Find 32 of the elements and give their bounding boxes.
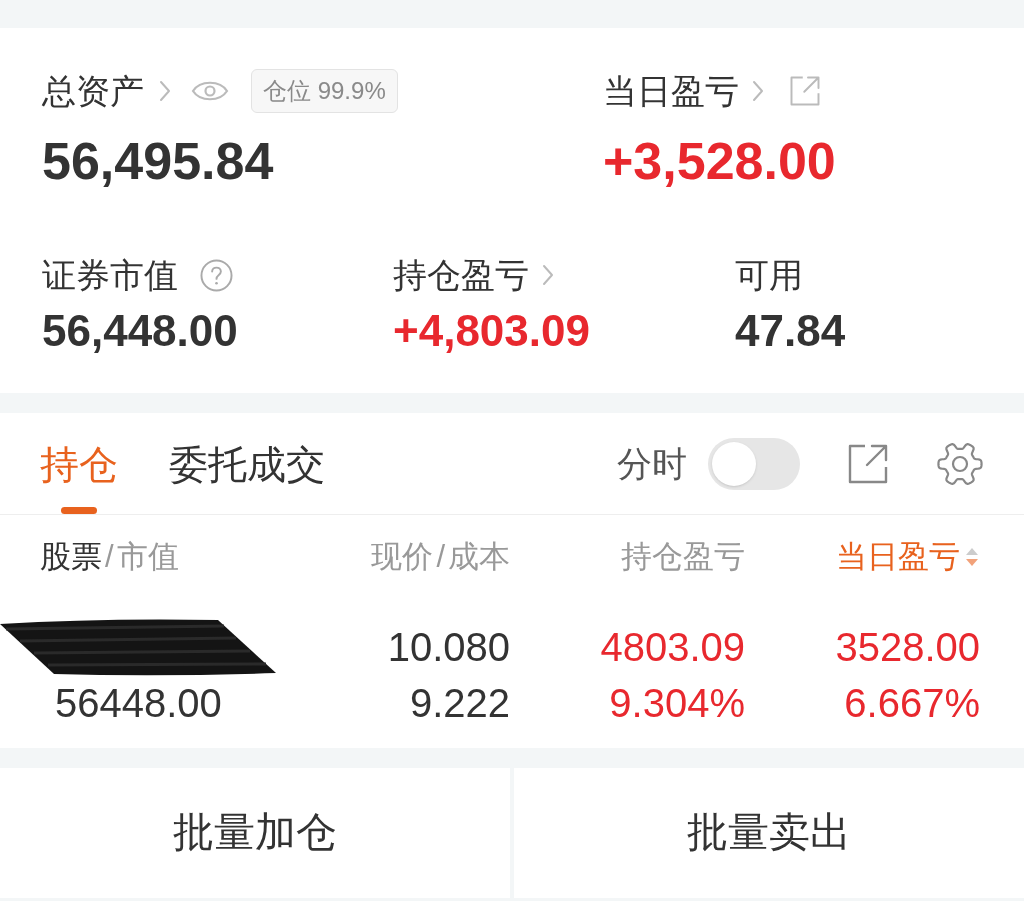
daily-pnl-link[interactable]: 当日盈亏 xyxy=(603,69,764,113)
stat-value: 56,448.00 xyxy=(42,305,238,357)
market-value: 56448.00 xyxy=(55,680,222,727)
position-ratio-badge: 仓位 99.9% xyxy=(251,69,398,113)
stat-link[interactable]: 持仓盈亏 xyxy=(393,253,554,297)
daily-pnl-value: +3,528.00 xyxy=(603,131,836,191)
cost-price: 9.222 xyxy=(409,680,510,727)
settings-icon[interactable] xyxy=(937,440,983,487)
column-header[interactable]: 股票/市值 xyxy=(40,537,179,577)
holding-pnl: 4803.09 xyxy=(600,624,745,671)
holding-pnl-percent: 9.304% xyxy=(609,680,745,727)
total-assets-link[interactable]: 总资产 xyxy=(42,69,171,113)
current-price: 10.080 xyxy=(387,624,510,671)
external-link-icon[interactable] xyxy=(848,443,888,484)
time-share-label: 分时 xyxy=(617,442,687,485)
stat-value: +4,803.09 xyxy=(393,305,590,357)
batch-action-button[interactable]: 批量加仓 xyxy=(0,768,510,898)
chevron-right-icon xyxy=(159,80,171,102)
total-assets-value: 56,495.84 xyxy=(42,131,274,191)
stat-label: 证券市值 xyxy=(42,255,178,296)
external-link-icon[interactable] xyxy=(790,76,820,106)
chevron-right-icon xyxy=(542,264,554,286)
stat-value: 47.84 xyxy=(735,305,846,357)
eye-icon[interactable] xyxy=(191,79,229,103)
batch-action-button[interactable]: 批量卖出 xyxy=(514,768,1024,898)
help-icon[interactable] xyxy=(200,258,233,292)
chevron-right-icon xyxy=(752,80,764,102)
daily-pnl: 3528.00 xyxy=(835,624,980,671)
toggle-switch[interactable] xyxy=(708,437,800,490)
stat-label: 可用 xyxy=(735,255,803,296)
tab[interactable]: 委托成交 xyxy=(169,413,325,514)
daily-pnl-percent: 6.667% xyxy=(844,680,980,727)
